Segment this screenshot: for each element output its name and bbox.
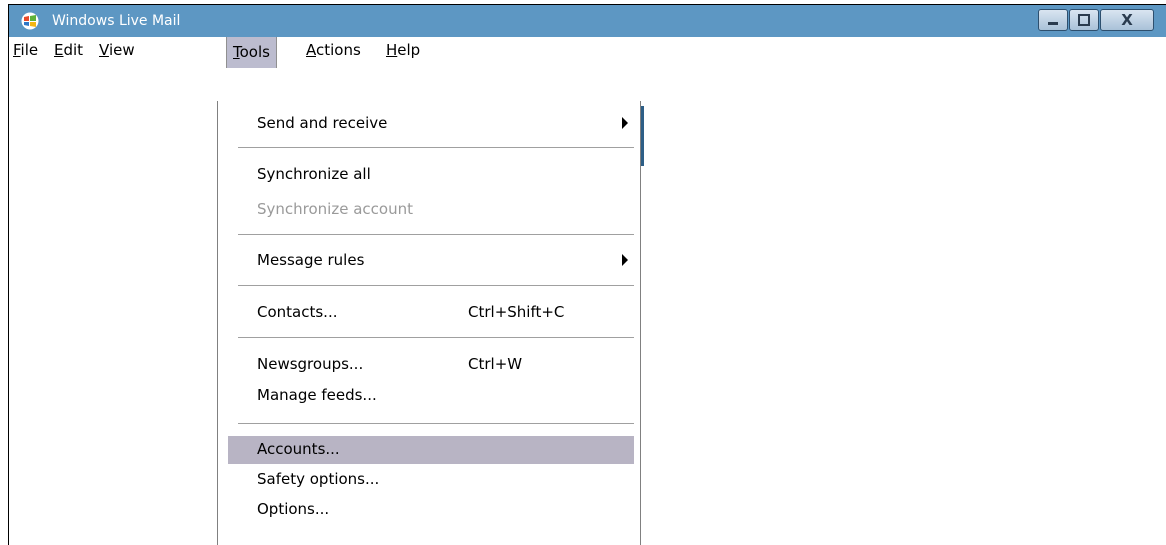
submenu-arrow-icon [622,254,628,266]
maximize-button[interactable] [1069,9,1099,31]
close-button[interactable]: X [1100,9,1154,31]
menu-separator [238,337,634,338]
window-title: Windows Live Mail [52,13,181,29]
window-edge-accent [641,106,644,166]
menu-item-manage-feeds[interactable]: Manage feeds... [228,382,634,410]
menu-item-contacts[interactable]: Contacts... Ctrl+Shift+C [228,299,634,327]
windows-live-mail-icon [21,12,39,30]
shortcut-label: Ctrl+W [468,355,523,373]
menu-item-send-and-receive[interactable]: Send and receive [228,110,634,138]
maximize-icon [1078,14,1090,26]
menu-item-synchronize-account: Synchronize account [257,200,413,218]
menu-item-safety-options[interactable]: Safety options... [228,466,634,494]
title-bar[interactable]: Windows Live Mail X [9,5,1166,37]
menu-separator [238,423,634,424]
window-controls: X [1037,9,1154,31]
menu-view[interactable]: View [99,41,135,59]
tools-menu-dropdown: Send and receive Synchronize all Synchro… [217,101,641,545]
menu-item-message-rules[interactable]: Message rules [228,247,634,275]
menu-actions[interactable]: Actions [306,41,361,59]
menu-item-accounts[interactable]: Accounts... [228,436,634,464]
menu-help[interactable]: Help [386,41,420,59]
menu-file[interactable]: File [13,41,38,59]
menu-separator [238,147,634,148]
minimize-icon [1048,22,1058,25]
minimize-button[interactable] [1038,9,1068,31]
close-icon: X [1121,11,1133,29]
menu-separator [238,285,634,286]
menu-item-options[interactable]: Options... [228,496,634,524]
submenu-arrow-icon [622,117,628,129]
menu-item-synchronize-all[interactable]: Synchronize all [228,161,634,189]
menu-item-newsgroups[interactable]: Newsgroups... Ctrl+W [228,351,634,379]
menu-bar [9,37,1166,68]
menu-edit[interactable]: Edit [54,41,83,59]
menu-separator [238,234,634,235]
shortcut-label: Ctrl+Shift+C [468,303,565,321]
menu-tools[interactable]: Tools [226,37,277,68]
